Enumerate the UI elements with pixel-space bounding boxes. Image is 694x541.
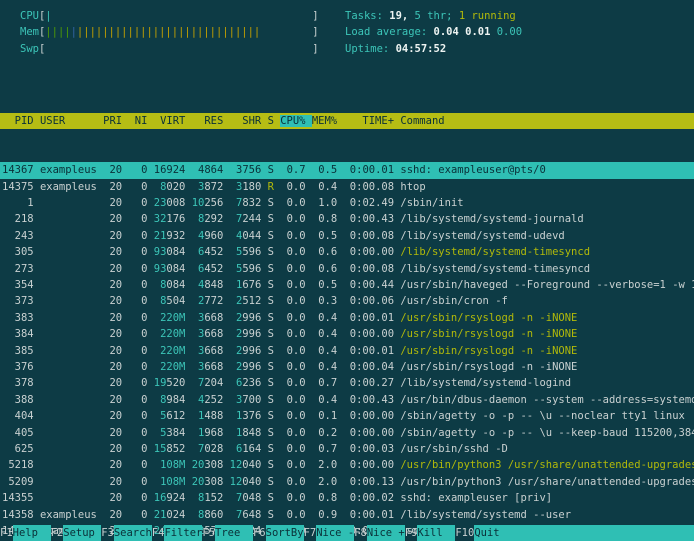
process-row[interactable]: 376 20 0 220M 3668 2996 S 0.0 0.4 0:00.0… — [0, 359, 694, 375]
fkey-help[interactable]: F1Help — [0, 525, 51, 541]
process-row[interactable]: 373 20 0 8504 2772 2512 S 0.0 0.3 0:00.0… — [0, 293, 694, 309]
column-header-res[interactable]: RES — [192, 115, 230, 127]
column-header-pri[interactable]: PRI — [103, 115, 128, 127]
cpu-meter: CPU[|] — [20, 8, 319, 24]
uptime: Uptime: 04:57:52 — [345, 41, 522, 57]
fkey-label: Nice - — [316, 525, 354, 541]
process-row[interactable]: 625 20 0 15852 7028 6164 S 0.0 0.7 0:00.… — [0, 441, 694, 457]
swp-meter: Swp[] — [20, 41, 319, 57]
process-row[interactable]: 14367 exampleus 20 0 16924 4864 3756 S 0… — [0, 162, 694, 178]
fkey-number: F4 — [152, 525, 165, 541]
process-row[interactable]: 354 20 0 8084 4848 1676 S 0.0 0.5 0:00.4… — [0, 277, 694, 293]
cpu-meter-bar: | — [45, 8, 312, 24]
fkey-label: Setup — [63, 525, 101, 541]
fkey-label: Search — [114, 525, 152, 541]
process-row[interactable]: 5218 20 0 108M 20308 12040 S 0.0 2.0 0:0… — [0, 457, 694, 473]
column-header-command[interactable]: Command — [400, 115, 444, 127]
column-header-mem[interactable]: MEM% — [312, 115, 344, 127]
fkey-filter[interactable]: F4Filter — [152, 525, 203, 541]
fkey-kill[interactable]: F9Kill — [405, 525, 456, 541]
column-header-cpu[interactable]: CPU% — [280, 115, 312, 127]
process-row[interactable]: 305 20 0 93084 6452 5596 S 0.0 0.6 0:00.… — [0, 244, 694, 260]
process-row[interactable]: 404 20 0 5612 1488 1376 S 0.0 0.1 0:00.0… — [0, 408, 694, 424]
fkey-number: F9 — [405, 525, 418, 541]
fkey-tree[interactable]: F5Tree — [202, 525, 253, 541]
process-row[interactable]: 14375 exampleus 20 0 8020 3872 3180 R 0.… — [0, 179, 694, 195]
fkey-nice[interactable]: F7Nice - — [304, 525, 355, 541]
fkey-sortby[interactable]: F6SortBy — [253, 525, 304, 541]
function-key-bar: F1Help F2Setup F3SearchF4FilterF5Tree F6… — [0, 525, 694, 541]
process-row[interactable]: 378 20 0 19520 7204 6236 S 0.0 0.7 0:00.… — [0, 375, 694, 391]
fkey-label: Help — [13, 525, 51, 541]
meters-panel: CPU[|]Mem[||||||||||||||||||||||||||||||… — [20, 8, 319, 57]
fkey-quit[interactable]: F10Quit — [455, 525, 694, 541]
fkey-number: F10 — [455, 525, 474, 541]
fkey-number: F5 — [202, 525, 215, 541]
swp-meter-label: Swp — [20, 43, 39, 55]
fkey-number: F6 — [253, 525, 266, 541]
fkey-search[interactable]: F3Search — [101, 525, 152, 541]
column-header-time[interactable]: TIME+ — [343, 115, 400, 127]
fkey-setup[interactable]: F2Setup — [51, 525, 102, 541]
fkey-number: F3 — [101, 525, 114, 541]
process-row[interactable]: 243 20 0 21932 4960 4044 S 0.0 0.5 0:00.… — [0, 228, 694, 244]
fkey-nice[interactable]: F8Nice + — [354, 525, 405, 541]
table-body: 14367 exampleus 20 0 16924 4864 3756 S 0… — [0, 162, 694, 541]
fkey-label: Kill — [417, 525, 455, 541]
column-header-virt[interactable]: VIRT — [154, 115, 192, 127]
fkey-label: Filter — [164, 525, 202, 541]
column-header-shr[interactable]: SHR — [230, 115, 268, 127]
cpu-meter-label: CPU — [20, 10, 39, 22]
column-header-ni[interactable]: NI — [128, 115, 153, 127]
table-header-row: PID USER PRI NI VIRT RES SHR S CPU% MEM%… — [0, 113, 694, 129]
mem-meter-bar: |||||||||||||||||||||||||||||||||| — [45, 24, 312, 40]
process-row[interactable]: 5209 20 0 108M 20308 12040 S 0.0 2.0 0:0… — [0, 474, 694, 490]
process-row[interactable]: 1 20 0 23008 10256 7832 S 0.0 1.0 0:02.4… — [0, 195, 694, 211]
process-row[interactable]: 14355 20 0 16924 8152 7048 S 0.0 0.8 0:0… — [0, 490, 694, 506]
process-row[interactable]: 14358 exampleus 20 0 21024 8860 7648 S 0… — [0, 507, 694, 523]
column-header-pid[interactable]: PID — [2, 115, 40, 127]
process-row[interactable]: 218 20 0 32176 8292 7244 S 0.0 0.8 0:00.… — [0, 211, 694, 227]
mem-meter: Mem[||||||||||||||||||||||||||||||||||] — [20, 24, 319, 40]
system-info-panel: Tasks: 19, 5 thr; 1 runningLoad average:… — [345, 8, 522, 57]
fkey-label: SortBy — [266, 525, 304, 541]
process-table: PID USER PRI NI VIRT RES SHR S CPU% MEM%… — [0, 80, 694, 541]
fkey-number: F2 — [51, 525, 64, 541]
process-row[interactable]: 273 20 0 93084 6452 5596 S 0.0 0.6 0:00.… — [0, 261, 694, 277]
tasks-summary: Tasks: 19, 5 thr; 1 running — [345, 8, 522, 24]
column-header-s[interactable]: S — [268, 115, 281, 127]
process-row[interactable]: 388 20 0 8984 4252 3700 S 0.0 0.4 0:00.4… — [0, 392, 694, 408]
fkey-label: Nice + — [367, 525, 405, 541]
fkey-number: F7 — [304, 525, 317, 541]
fkey-label: Quit — [474, 525, 694, 541]
fkey-label: Tree — [215, 525, 253, 541]
process-row[interactable]: 405 20 0 5384 1968 1848 S 0.0 0.2 0:00.0… — [0, 425, 694, 441]
process-row[interactable]: 385 20 0 220M 3668 2996 S 0.0 0.4 0:00.0… — [0, 343, 694, 359]
process-row[interactable]: 383 20 0 220M 3668 2996 S 0.0 0.4 0:00.0… — [0, 310, 694, 326]
process-row[interactable]: 384 20 0 220M 3668 2996 S 0.0 0.4 0:00.0… — [0, 326, 694, 342]
load-average: Load average: 0.04 0.01 0.00 — [345, 24, 522, 40]
htop-screen: CPU[|]Mem[||||||||||||||||||||||||||||||… — [0, 0, 694, 541]
fkey-number: F1 — [0, 525, 13, 541]
mem-meter-label: Mem — [20, 26, 39, 38]
column-header-user[interactable]: USER — [40, 115, 103, 127]
swp-meter-bar — [45, 41, 312, 57]
fkey-number: F8 — [354, 525, 367, 541]
